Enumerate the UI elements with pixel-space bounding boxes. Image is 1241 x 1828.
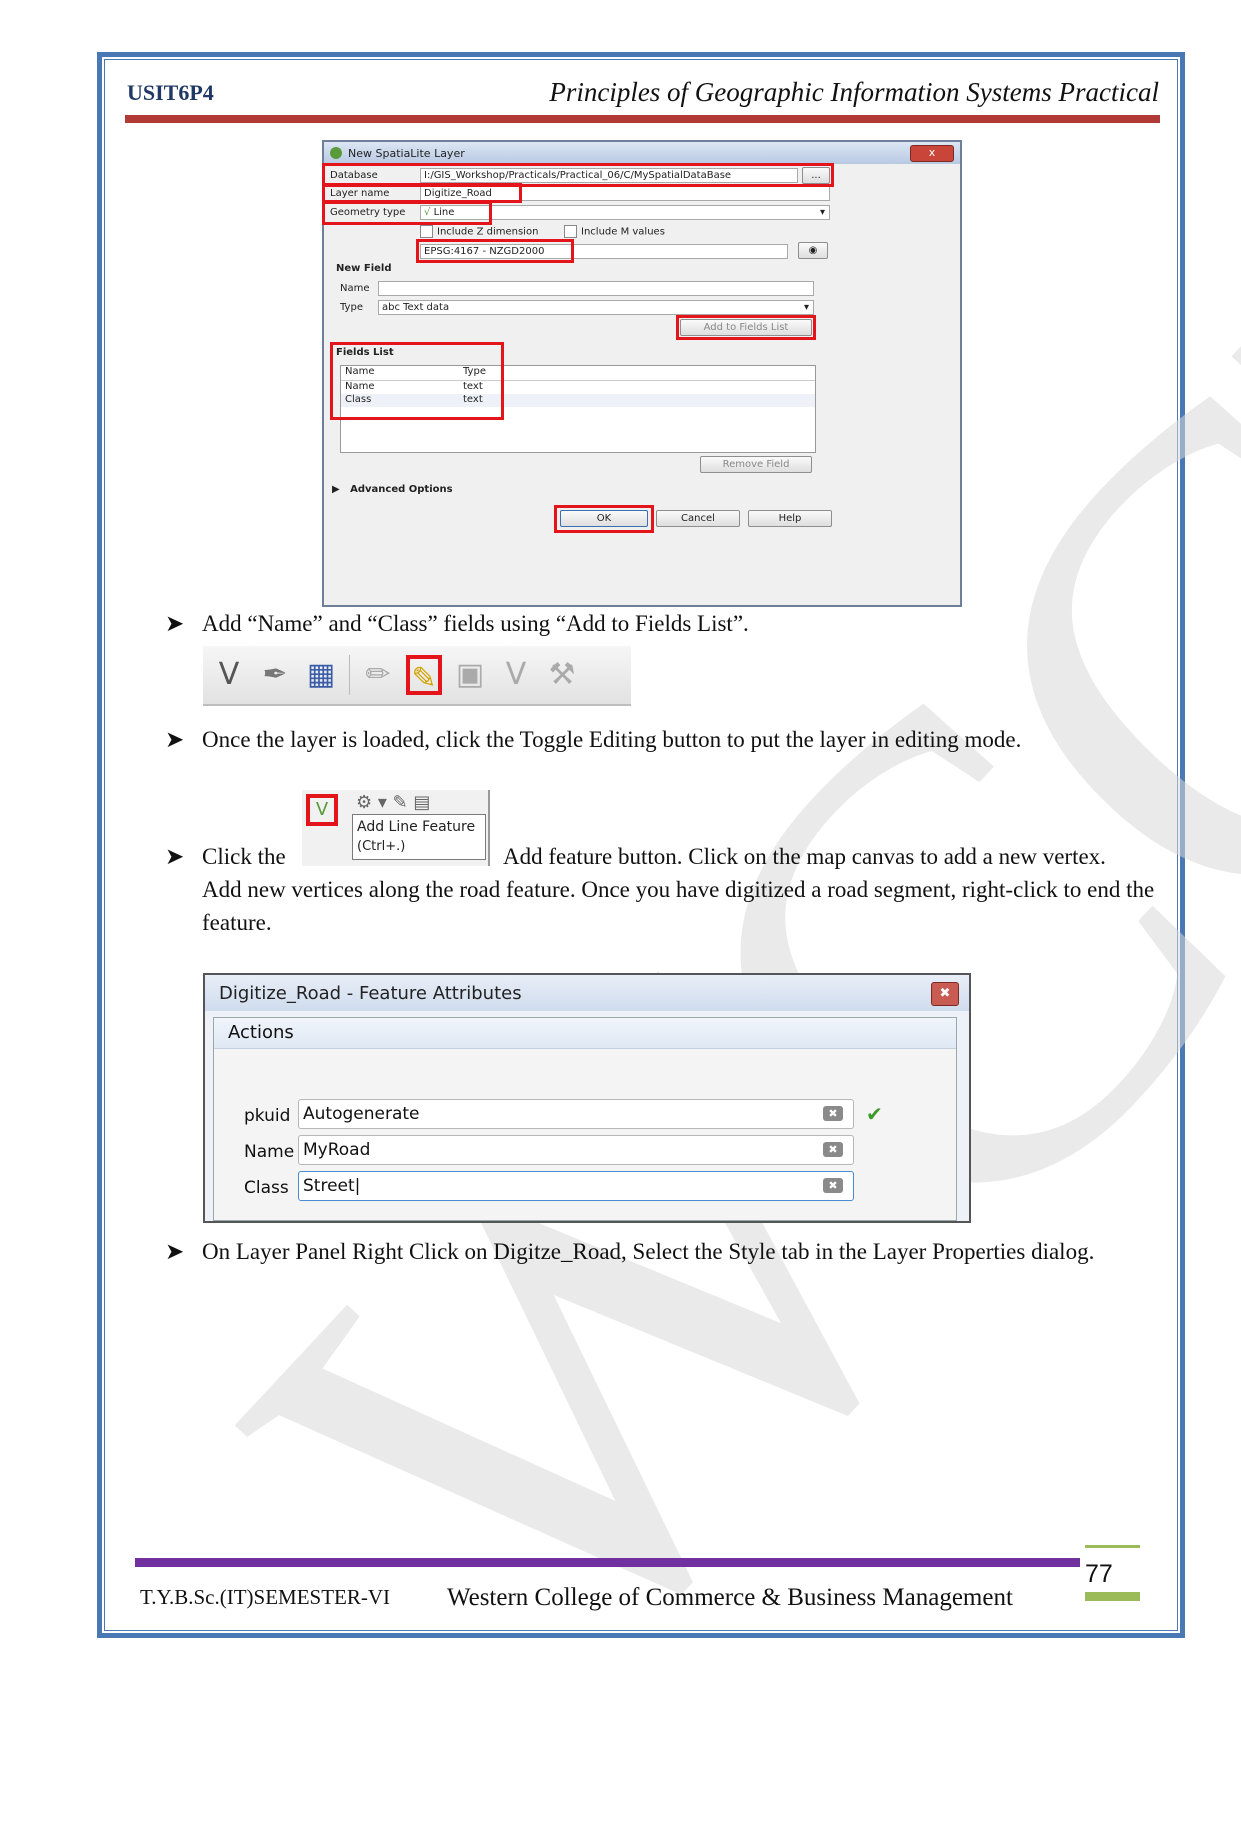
feature-attributes-body: Actions pkuid Autogenerate ✖ ✔ Name MyRo… [213,1017,957,1221]
toolbar-separator [349,655,350,695]
bullet-style-tab-text: On Layer Panel Right Click on Digitze_Ro… [202,1239,1095,1264]
bullet-add-fields-text: Add “Name” and “Class” fields using “Add… [202,611,749,636]
include-z-checkbox[interactable]: Include Z dimension [420,225,538,238]
footer-rule [135,1558,1080,1567]
new-field-name-label: Name [340,283,370,294]
dialog-titlebar: New SpatiaLite Layer [324,142,960,164]
current-edits-icon[interactable]: ✏ [360,655,396,695]
highlight-geometry-type [322,201,492,225]
new-field-title: New Field [336,263,392,274]
header-course-code: USIT6P4 [127,80,214,105]
class-label: Class [244,1178,289,1198]
footer-college: Western College of Commerce & Business M… [447,1584,1013,1611]
new-field-name-input[interactable] [378,281,814,296]
highlight-layer-name [322,183,522,203]
add-line-feature-tooltip: Add Line Feature (Ctrl+.) [352,814,486,860]
highlight-add-to-fields [676,315,816,340]
footer-semester: T.Y.B.Sc.(IT)SEMESTER-VI [140,1585,391,1609]
pkuid-input[interactable]: Autogenerate ✖ [298,1099,854,1129]
actions-menu[interactable]: Actions [214,1018,956,1049]
dialog-title: New SpatiaLite Layer [348,146,465,160]
clear-icon[interactable]: ✖ [823,1178,843,1193]
advanced-options-toggle[interactable]: ▶ Advanced Options [332,484,453,495]
bullet-marker: ➤ [165,611,185,636]
close-icon[interactable]: ✖ [931,982,959,1006]
bullet-marker: ➤ [165,1239,185,1264]
add-vector-layer-icon[interactable]: V [211,655,247,695]
header-rule [125,115,1160,123]
name-label: Name [244,1142,295,1162]
clear-icon[interactable]: ✖ [823,1142,843,1157]
highlight-fields-list [330,342,504,420]
clear-icon[interactable]: ✖ [823,1106,843,1121]
editing-toolbar: V ✒ ▦ ✏ ✎ ▣ V ⚒ [203,646,631,706]
pkuid-label: pkuid [244,1106,291,1126]
page-number-top-bar [1085,1545,1140,1548]
tooltip-shortcut: (Ctrl+.) [357,839,406,854]
node-tool-icon[interactable]: ⚒ [544,655,580,695]
bullet-toggle-editing-text: Once the layer is loaded, click the Togg… [202,727,1022,752]
header-title: Principles of Geographic Information Sys… [549,77,1159,107]
add-line-feature-snippet: V ⚙ ▾ ✎ ▤ Add Line Feature (Ctrl+.) [302,790,490,866]
new-spatialite-layer-dialog: New SpatiaLite Layer x Database I:/GIS_W… [322,140,962,607]
highlight-crs [416,239,574,263]
bullet-click-the-text: Click the [202,844,286,869]
dialog-close-button[interactable]: x [910,145,954,162]
feature-attributes-dialog: Digitize_Road - Feature Attributes ✖ Act… [203,973,971,1223]
add-line-feature-icon[interactable]: V [306,794,338,826]
feature-attributes-title: Digitize_Road - Feature Attributes [219,982,522,1004]
bullet-marker: ➤ [165,727,185,752]
bullet-add-vertices-text: Add new vertices along the road feature.… [202,877,1155,935]
add-feature-icon[interactable]: V [498,655,534,695]
page-number-bottom-bar [1085,1592,1140,1601]
remove-field-button[interactable]: Remove Field [700,456,812,473]
new-field-type-label: Type [340,302,363,313]
crs-select-button[interactable]: ◉ [798,242,828,259]
toolbar-extra-icons: ⚙ ▾ ✎ ▤ [356,792,431,813]
qgis-logo-icon [330,147,342,159]
page-number: 77 [1085,1560,1113,1588]
edit-feather-icon[interactable]: ✒ [257,655,293,695]
name-input[interactable]: MyRoad ✖ [298,1135,854,1165]
highlight-ok-button [554,505,654,533]
chip-icon[interactable]: ▦ [303,655,339,695]
class-input[interactable]: Street| ✖ [298,1171,854,1201]
new-field-type-select[interactable]: abc Text data ▾ [378,300,814,315]
toggle-editing-pencil-icon[interactable]: ✎ [406,655,442,696]
bullet-marker: ➤ [165,844,185,869]
bullet-add-feature-text: Add feature button. Click on the map can… [503,844,1106,869]
include-m-checkbox[interactable]: Include M values [564,225,665,238]
cancel-button[interactable]: Cancel [656,510,740,527]
save-edits-icon[interactable]: ▣ [452,655,488,695]
help-button[interactable]: Help [748,510,832,527]
feature-attributes-titlebar: Digitize_Road - Feature Attributes [205,975,969,1011]
checkmark-icon: ✔ [866,1102,883,1126]
tooltip-title: Add Line Feature [357,819,476,835]
